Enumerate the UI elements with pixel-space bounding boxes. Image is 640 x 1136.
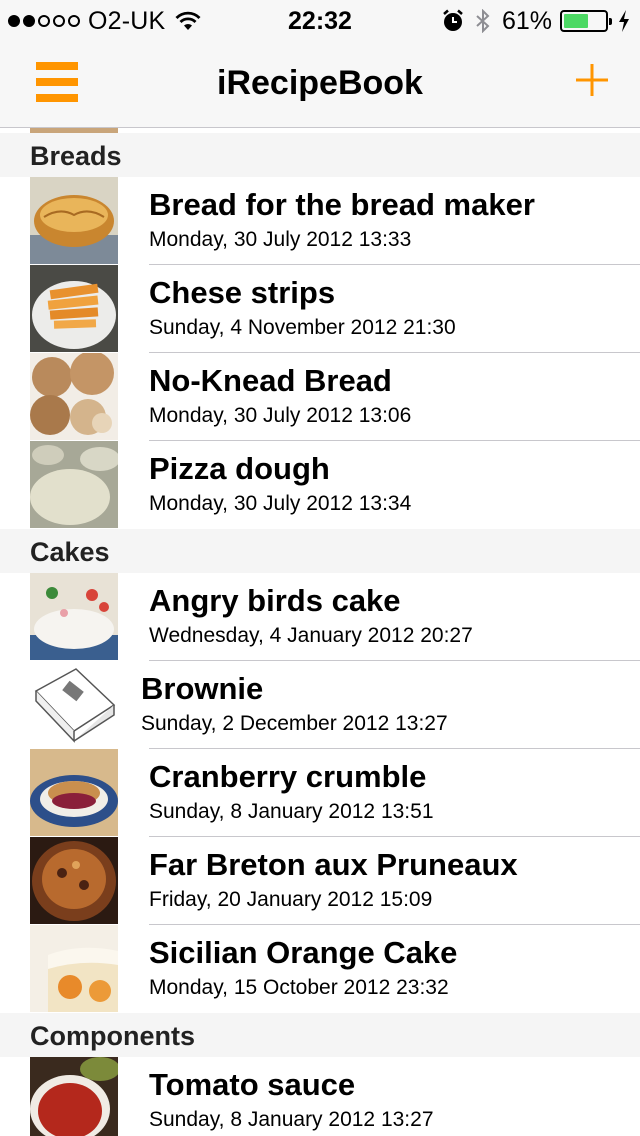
recipe-row[interactable]: Angry birds cake Wednesday, 4 January 20… [0,573,640,661]
recipe-thumbnail-cranberry-crumble [30,749,118,836]
recipe-title: Chese strips [149,275,336,310]
recipe-date: Sunday, 8 January 2012 13:51 [149,800,434,823]
recipe-date: Monday, 30 July 2012 13:06 [149,404,412,427]
recipe-date: Monday, 30 July 2012 13:34 [149,492,412,515]
recipe-date: Friday, 20 January 2012 15:09 [149,888,433,911]
recipe-thumbnail-pizza-dough [30,441,118,528]
recipe-title: Angry birds cake [149,583,401,618]
recipe-row[interactable]: No-Knead Bread Monday, 30 July 2012 13:0… [0,353,640,441]
recipe-thumbnail-bread [30,177,118,264]
recipe-thumbnail-cheese-strips [30,265,118,352]
add-recipe-button[interactable] [574,62,610,98]
section-header-breads: Breads [0,133,640,177]
recipe-date: Sunday, 8 January 2012 13:27 [149,1108,434,1131]
battery-icon [560,10,612,32]
alarm-icon [443,9,463,31]
section-header-cakes: Cakes [0,529,640,573]
recipe-row[interactable]: Bread for the bread maker Monday, 30 Jul… [0,177,640,265]
recipe-title: Tomato sauce [149,1067,356,1102]
recipe-title: No-Knead Bread [149,363,392,398]
status-bar: O2-UK 22:32 61% [0,0,640,40]
recipe-title: Bread for the bread maker [149,187,535,222]
section-header-components: Components [0,1013,640,1057]
partial-thumbnail [30,128,118,133]
status-right: 61% [442,7,630,35]
recipe-date: Monday, 15 October 2012 23:32 [149,976,449,999]
plus-icon [576,64,608,96]
recipe-thumbnail-sicilian-orange-cake [30,925,118,1012]
recipe-row[interactable]: Chese strips Sunday, 4 November 2012 21:… [0,265,640,353]
nav-title: iRecipeBook [217,64,423,102]
battery-nub [609,18,612,25]
recipe-row[interactable]: Sicilian Orange Cake Monday, 15 October … [0,925,640,1013]
recipe-thumbnail-angry-birds-cake [30,573,118,660]
recipe-date: Sunday, 2 December 2012 13:27 [141,712,448,735]
recipe-title: Sicilian Orange Cake [149,935,458,970]
recipe-thumbnail-far-breton [30,837,118,924]
recipe-date: Wednesday, 4 January 2012 20:27 [149,624,473,647]
recipe-thumbnail-tomato-sauce [30,1057,118,1136]
battery-percent: 61% [501,6,552,35]
recipe-title: Pizza dough [149,451,330,486]
navigation-bar: iRecipeBook [0,40,640,128]
recipe-thumbnail-no-knead-bread [30,353,118,440]
recipe-date: Sunday, 4 November 2012 21:30 [149,316,456,339]
recipe-list: Breads Bread for the bread maker Monday,… [0,128,640,1136]
charging-bolt-icon [619,10,629,32]
recipe-title: Far Breton aux Pruneaux [149,847,518,882]
recipe-title: Cranberry crumble [149,759,427,794]
recipe-row[interactable]: Pizza dough Monday, 30 July 2012 13:34 [0,441,640,529]
recipe-row[interactable]: Tomato sauce Sunday, 8 January 2012 13:2… [0,1057,640,1136]
recipe-book-placeholder-icon [30,661,118,748]
recipe-row[interactable]: Far Breton aux Pruneaux Friday, 20 Janua… [0,837,640,925]
recipe-row[interactable]: Cranberry crumble Sunday, 8 January 2012… [0,749,640,837]
battery-fill [564,14,589,28]
recipe-date: Monday, 30 July 2012 13:33 [149,228,412,251]
recipe-title: Brownie [141,671,264,706]
bluetooth-icon [476,9,490,33]
recipe-row[interactable]: Brownie Sunday, 2 December 2012 13:27 [0,661,640,749]
partial-row [0,128,640,133]
